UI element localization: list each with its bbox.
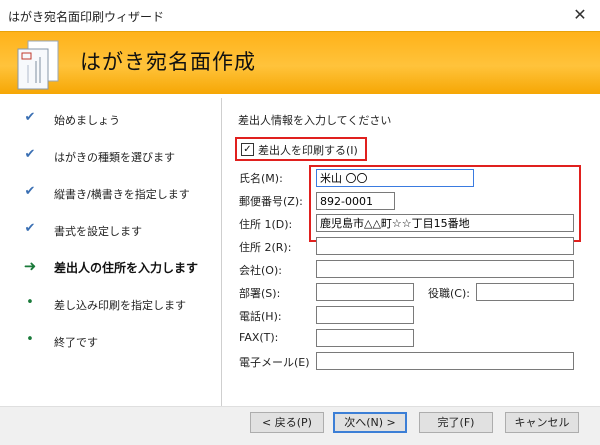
- next-button[interactable]: 次へ(N) >: [333, 412, 407, 433]
- address2-input[interactable]: [316, 237, 574, 255]
- step-label: はがきの種類を選びます: [54, 151, 175, 164]
- department-input[interactable]: [316, 283, 414, 301]
- position-input[interactable]: [476, 283, 574, 301]
- sender-form: 差出人情報を入力してください ✓ 差出人を印刷する(I) 氏名(M): 郵便番号…: [222, 98, 600, 406]
- position-label: 役職(C):: [428, 287, 470, 300]
- wizard-window: はがき宛名面印刷ウィザード ✕ はがき宛名面作成 ✔ 始めましょう ✔ はがきの…: [0, 0, 600, 445]
- address1-input[interactable]: [316, 214, 574, 232]
- button-bar: < 戻る(P) 次へ(N) > 完了(F) キャンセル: [0, 406, 600, 445]
- close-icon[interactable]: ✕: [570, 5, 590, 25]
- checkmark-icon: ✔: [24, 110, 36, 125]
- phone-input[interactable]: [316, 306, 414, 324]
- print-sender-label: 差出人を印刷する(I): [258, 144, 358, 157]
- name-input[interactable]: [316, 169, 474, 187]
- step-item: ✔ はがきの種類を選びます: [6, 145, 221, 167]
- postal-label: 郵便番号(Z):: [239, 195, 303, 208]
- window-title: はがき宛名面印刷ウィザード: [8, 10, 165, 24]
- step-item: ✔ 書式を設定します: [6, 219, 221, 241]
- postcard-icon: [17, 40, 59, 90]
- address1-label: 住所 1(D):: [239, 218, 293, 231]
- email-label: 電子メール(E): [239, 356, 310, 369]
- print-sender-checkbox[interactable]: ✓ 差出人を印刷する(I): [235, 137, 367, 161]
- company-input[interactable]: [316, 260, 574, 278]
- back-button[interactable]: < 戻る(P): [250, 412, 324, 433]
- checkmark-icon: ✔: [24, 221, 36, 236]
- step-label: 書式を設定します: [54, 225, 142, 238]
- email-input[interactable]: [316, 352, 574, 370]
- step-item: • 差し込み印刷を指定します: [6, 293, 221, 315]
- phone-label: 電話(H):: [239, 310, 282, 323]
- step-label: 縦書き/横書きを指定します: [54, 188, 190, 201]
- checkmark-icon: ✔: [24, 184, 36, 199]
- page-title: はがき宛名面作成: [80, 50, 256, 74]
- finish-button[interactable]: 完了(F): [419, 412, 493, 433]
- wizard-header: はがき宛名面作成: [0, 31, 600, 94]
- fax-label: FAX(T):: [239, 331, 279, 344]
- checkbox-check-icon[interactable]: ✓: [241, 143, 254, 156]
- step-label: 終了です: [54, 336, 98, 349]
- instruction-text: 差出人情報を入力してください: [238, 114, 392, 127]
- cancel-button[interactable]: キャンセル: [505, 412, 579, 433]
- title-bar: はがき宛名面印刷ウィザード ✕: [0, 0, 600, 31]
- company-label: 会社(O):: [239, 264, 282, 277]
- step-label: 差し込み印刷を指定します: [54, 299, 186, 312]
- name-label: 氏名(M):: [239, 172, 283, 185]
- step-item-current: ➜ 差出人の住所を入力します: [6, 256, 221, 278]
- department-label: 部署(S):: [239, 287, 281, 300]
- step-item: • 終了です: [6, 330, 221, 352]
- bullet-icon: •: [26, 332, 34, 347]
- step-label: 始めましょう: [54, 114, 120, 127]
- arrow-right-icon: ➜: [23, 257, 37, 275]
- step-item: ✔ 始めましょう: [6, 108, 221, 130]
- postal-input[interactable]: [316, 192, 395, 210]
- address2-label: 住所 2(R):: [239, 241, 292, 254]
- checkmark-icon: ✔: [24, 147, 36, 162]
- steps-sidebar: ✔ 始めましょう ✔ はがきの種類を選びます ✔ 縦書き/横書きを指定します ✔…: [6, 98, 222, 406]
- step-item: ✔ 縦書き/横書きを指定します: [6, 182, 221, 204]
- fax-input[interactable]: [316, 329, 414, 347]
- step-label: 差出人の住所を入力します: [54, 261, 199, 275]
- bullet-icon: •: [26, 295, 34, 310]
